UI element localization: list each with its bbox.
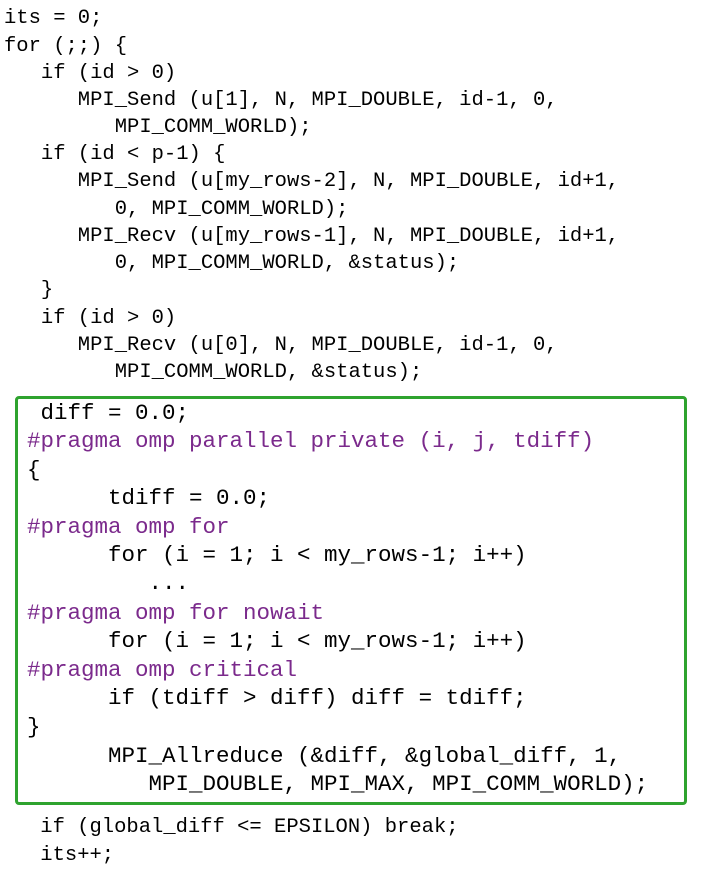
code-line: MPI_COMM_WORLD); xyxy=(4,116,312,139)
code-line: diff = 0.0; xyxy=(27,400,190,426)
code-line: for (i = 1; i < my_rows-1; i++) xyxy=(27,628,527,654)
code-line: MPI_Recv (u[0], N, MPI_DOUBLE, id-1, 0, xyxy=(4,334,558,357)
code-line: if (id < p-1) { xyxy=(4,143,226,166)
code-line: MPI_Send (u[my_rows-2], N, MPI_DOUBLE, i… xyxy=(4,170,620,193)
code-line: tdiff = 0.0; xyxy=(27,485,271,511)
code-line: if (id > 0) xyxy=(4,307,177,330)
code-line: MPI_Recv (u[my_rows-1], N, MPI_DOUBLE, i… xyxy=(4,225,620,248)
code-line: MPI_DOUBLE, MPI_MAX, MPI_COMM_WORLD); xyxy=(27,771,649,797)
code-line: } xyxy=(4,279,54,302)
code-line: { xyxy=(27,457,41,483)
code-line: MPI_Send (u[1], N, MPI_DOUBLE, id-1, 0, xyxy=(4,89,558,112)
code-line: its = 0; xyxy=(4,7,103,30)
code-line: for (i = 1; i < my_rows-1; i++) xyxy=(27,542,527,568)
code-line: its++; xyxy=(28,844,115,867)
pragma-line: #pragma omp for nowait xyxy=(27,600,325,626)
code-line: if (global_diff <= EPSILON) break; xyxy=(28,816,459,839)
code-line: MPI_COMM_WORLD, &status); xyxy=(4,361,423,384)
code-line: 0, MPI_COMM_WORLD, &status); xyxy=(4,252,460,275)
pragma-line: #pragma omp for xyxy=(27,514,230,540)
code-line: } xyxy=(27,714,41,740)
code-line: if (id > 0) xyxy=(4,62,177,85)
code-line: 0, MPI_COMM_WORLD); xyxy=(4,198,349,221)
pragma-line: #pragma omp critical xyxy=(27,657,298,683)
code-line: for (;;) { xyxy=(4,35,128,58)
pragma-line: #pragma omp parallel private (i, j, tdif… xyxy=(27,428,595,454)
code-line: ... xyxy=(27,570,190,596)
code-line: if (tdiff > diff) diff = tdiff; xyxy=(27,685,527,711)
code-line: MPI_Allreduce (&diff, &global_diff, 1, xyxy=(27,743,622,769)
